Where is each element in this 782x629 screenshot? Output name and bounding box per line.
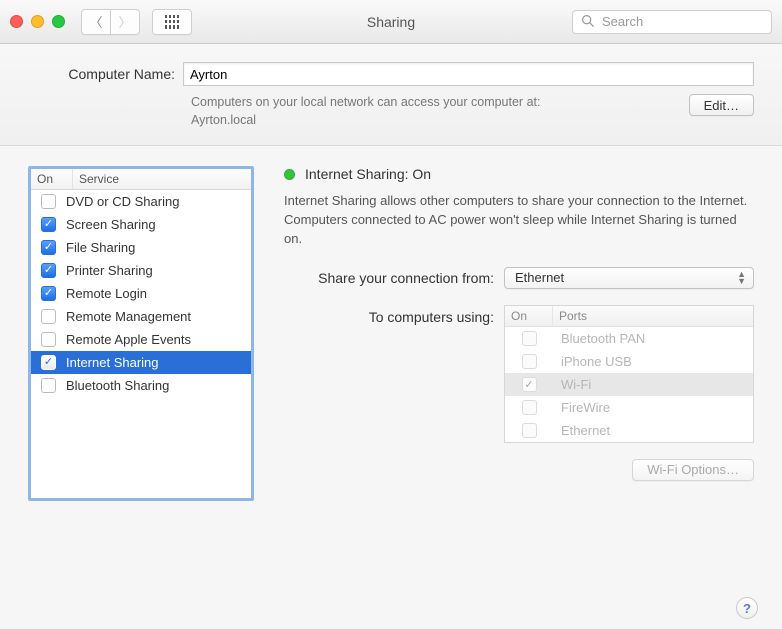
search-field[interactable] [572,10,772,34]
service-row[interactable]: Remote Management [31,305,251,328]
ports-header: On Ports [505,306,753,327]
service-description: Internet Sharing allows other computers … [284,192,754,249]
search-icon [581,14,594,30]
service-row[interactable]: File Sharing [31,236,251,259]
service-checkbox[interactable] [41,263,56,278]
service-label: File Sharing [66,240,135,255]
service-detail: Internet Sharing: On Internet Sharing al… [284,166,754,609]
service-checkbox[interactable] [41,309,56,324]
port-label: iPhone USB [553,354,753,369]
sharing-window: 〈 〉 Sharing Computer Name: Computers on … [0,0,782,629]
chevron-right-icon: 〉 [118,12,131,31]
service-checkbox[interactable] [41,332,56,347]
service-checkbox[interactable] [41,378,56,393]
port-label: Ethernet [553,423,753,438]
zoom-icon[interactable] [52,15,65,28]
titlebar: 〈 〉 Sharing [0,0,782,44]
services-header: On Service [31,169,251,190]
port-label: Bluetooth PAN [553,331,753,346]
services-header-service: Service [73,169,251,189]
service-row[interactable]: Remote Login [31,282,251,305]
back-button[interactable]: 〈 [81,9,111,35]
minimize-icon[interactable] [31,15,44,28]
service-label: DVD or CD Sharing [66,194,179,209]
ports-list[interactable]: Bluetooth PAN iPhone USB Wi-Fi FireWire Ethe… [505,327,753,442]
computer-name-label: Computer Name: [28,66,183,82]
port-checkbox[interactable] [522,377,537,392]
port-label: FireWire [553,400,753,415]
edit-button[interactable]: Edit… [689,94,754,116]
port-row[interactable]: Wi-Fi [505,373,753,396]
service-label: Internet Sharing [66,355,159,370]
grid-icon [165,15,179,29]
service-checkbox[interactable] [41,217,56,232]
forward-button[interactable]: 〉 [110,9,140,35]
share-from-value: Ethernet [515,270,564,285]
service-row[interactable]: Bluetooth Sharing [31,374,251,397]
updown-icon: ▲▼ [737,271,745,285]
chevron-left-icon: 〈 [89,12,102,31]
status-indicator-icon [284,169,295,180]
ports-panel: On Ports Bluetooth PAN iPhone USB Wi-Fi Fir… [504,305,754,443]
service-checkbox[interactable] [41,240,56,255]
service-label: Remote Login [66,286,147,301]
service-label: Screen Sharing [66,217,156,232]
port-checkbox[interactable] [522,400,537,415]
port-checkbox[interactable] [522,354,537,369]
computer-name-section: Computer Name: Computers on your local n… [0,44,782,146]
share-from-select[interactable]: Ethernet ▲▼ [504,267,754,289]
show-all-button[interactable] [152,9,192,35]
service-label: Remote Apple Events [66,332,191,347]
services-header-on: On [31,169,73,189]
service-row[interactable]: Internet Sharing [31,351,251,374]
service-checkbox[interactable] [41,194,56,209]
close-icon[interactable] [10,15,23,28]
share-from-label: Share your connection from: [284,270,504,286]
main-content: On Service DVD or CD Sharing Screen Shari… [0,146,782,629]
service-row[interactable]: Screen Sharing [31,213,251,236]
service-checkbox[interactable] [41,286,56,301]
ports-header-on: On [505,306,553,326]
port-label: Wi-Fi [553,377,753,392]
port-row[interactable]: FireWire [505,396,753,419]
ports-header-ports: Ports [553,306,753,326]
services-panel: On Service DVD or CD Sharing Screen Shari… [28,166,254,501]
port-row[interactable]: Ethernet [505,419,753,442]
service-label: Bluetooth Sharing [66,378,169,393]
help-button[interactable]: ? [736,597,758,619]
port-checkbox[interactable] [522,331,537,346]
status-title: Internet Sharing: On [305,166,431,182]
nav-segment: 〈 〉 [81,9,140,35]
port-row[interactable]: Bluetooth PAN [505,327,753,350]
service-row[interactable]: DVD or CD Sharing [31,190,251,213]
service-row[interactable]: Printer Sharing [31,259,251,282]
window-controls [10,15,65,28]
services-list[interactable]: DVD or CD Sharing Screen Sharing File Shar… [31,190,251,498]
to-computers-label: To computers using: [284,305,504,443]
computer-name-hint: Computers on your local network can acce… [191,94,675,129]
service-label: Remote Management [66,309,191,324]
port-row[interactable]: iPhone USB [505,350,753,373]
port-checkbox[interactable] [522,423,537,438]
service-row[interactable]: Remote Apple Events [31,328,251,351]
service-label: Printer Sharing [66,263,153,278]
computer-name-input[interactable] [183,62,754,86]
service-checkbox[interactable] [41,355,56,370]
search-input[interactable] [600,13,780,30]
wifi-options-button[interactable]: Wi-Fi Options… [632,459,754,481]
